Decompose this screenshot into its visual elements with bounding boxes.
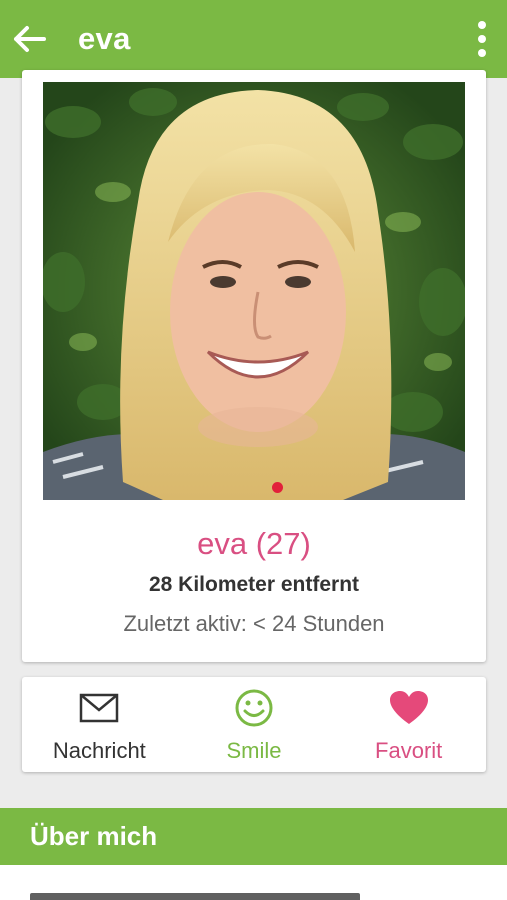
envelope-icon — [79, 689, 119, 727]
heart-icon — [389, 689, 429, 727]
app-bar: eva — [0, 0, 507, 78]
back-button[interactable] — [0, 0, 58, 78]
profile-photo[interactable] — [43, 82, 465, 500]
overflow-menu-button[interactable] — [457, 0, 507, 78]
truncated-text-line — [30, 893, 360, 900]
about-section-body — [0, 865, 507, 900]
photo-pager-dot — [272, 482, 283, 493]
message-button[interactable]: Nachricht — [22, 677, 177, 772]
about-section-title: Über mich — [30, 821, 158, 851]
actions-card: Nachricht Smile Favorit — [22, 677, 486, 772]
favorite-button[interactable]: Favorit — [331, 677, 486, 772]
profile-distance: 28 Kilometer entfernt — [148, 573, 360, 596]
more-vertical-icon — [478, 21, 486, 29]
smile-label: Smile — [226, 738, 282, 763]
page-title: eva — [78, 21, 131, 56]
smiley-icon — [234, 689, 274, 727]
profile-last-active: Zuletzt aktiv: < 24 Stunden — [123, 611, 385, 636]
arrow-left-icon — [14, 26, 46, 52]
about-section-header: Über mich — [0, 808, 507, 865]
profile-name-age: eva (27) — [197, 526, 311, 561]
profile-card: eva (27) 28 Kilometer entfernt Zuletzt a… — [22, 70, 486, 662]
smile-button[interactable]: Smile — [177, 677, 332, 772]
photo-illustration — [43, 82, 465, 500]
favorite-label: Favorit — [375, 738, 443, 763]
message-label: Nachricht — [52, 738, 146, 763]
